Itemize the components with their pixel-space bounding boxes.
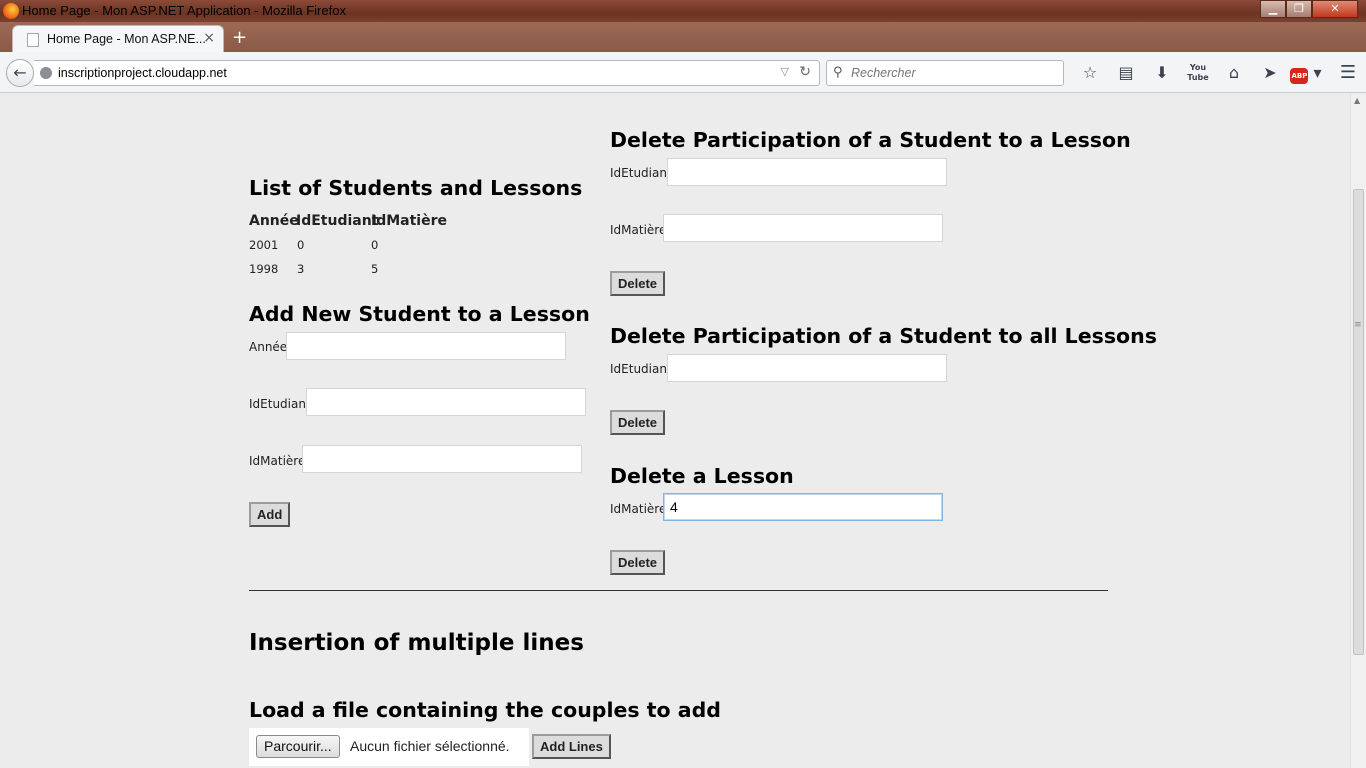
close-window-button[interactable]: ✕: [1312, 0, 1358, 18]
window-titlebar: Home Page - Mon ASP.NET Application - Mo…: [0, 0, 1366, 22]
idmatiere-label: IdMatière: [610, 502, 667, 516]
window-controls: ▁ ❐ ✕: [1260, 0, 1358, 18]
tab-home-page[interactable]: Home Page - Mon ASP.NE... ×: [12, 25, 224, 52]
new-tab-button[interactable]: +: [232, 27, 247, 48]
url-text[interactable]: inscriptionproject.cloudapp.net: [58, 66, 227, 80]
browse-button[interactable]: Parcourir...: [256, 735, 340, 758]
search-input[interactable]: [849, 64, 1059, 82]
tab-strip: Home Page - Mon ASP.NE... × +: [0, 22, 1366, 52]
scrollbar-thumb[interactable]: [1353, 189, 1364, 655]
idetudiant-label: IdEtudiant: [610, 166, 672, 180]
column-header-idetudiant: IdEtudiant: [296, 213, 379, 229]
scroll-up-icon[interactable]: ▲: [1354, 96, 1360, 105]
maximize-button[interactable]: ❐: [1286, 0, 1312, 18]
tab-close-icon[interactable]: ×: [203, 30, 215, 46]
search-icon: ⚲: [833, 65, 843, 80]
file-input[interactable]: Parcourir... Aucun fichier sélectionné.: [249, 728, 529, 766]
section-divider: [249, 590, 1108, 591]
adblock-icon[interactable]: ABP ▾: [1288, 62, 1324, 84]
add-idmatiere-input[interactable]: [302, 445, 582, 473]
annee-label: Année: [249, 340, 288, 354]
home-icon[interactable]: ⌂: [1216, 62, 1252, 84]
idmatiere-label: IdMatière: [610, 223, 667, 237]
add-annee-input[interactable]: [286, 332, 566, 360]
table-cell-annee: 1998: [249, 262, 279, 276]
url-history-dropdown-icon[interactable]: ▽: [781, 65, 789, 78]
idetudiant-label: IdEtudiant: [249, 397, 311, 411]
idmatiere-label: IdMatière: [249, 454, 306, 468]
download-icon[interactable]: ⬇: [1144, 62, 1180, 84]
add-button[interactable]: Add: [249, 502, 291, 527]
vertical-scrollbar[interactable]: ▲ ≡: [1350, 94, 1366, 768]
delete-all-button[interactable]: Delete: [610, 410, 666, 435]
add-idetudiant-input[interactable]: [306, 388, 586, 416]
column-header-idmatiere: IdMatière: [371, 213, 447, 229]
file-status: Aucun fichier sélectionné.: [350, 738, 510, 754]
table-cell-idetudiant: 0: [297, 238, 305, 252]
scrollbar-grip-icon: ≡: [1354, 320, 1362, 330]
youtube-icon[interactable]: You Tube: [1180, 62, 1216, 84]
delete-lesson-idmatiere-input[interactable]: [663, 493, 943, 521]
add-lines-button[interactable]: Add Lines: [532, 734, 611, 759]
table-cell-idmatiere: 0: [371, 238, 379, 252]
add-section-title: Add New Student to a Lesson: [249, 302, 590, 326]
navigation-toolbar: ← inscriptionproject.cloudapp.net ▽ ↻ ⚲ …: [0, 52, 1366, 93]
bookmark-star-icon[interactable]: ☆: [1072, 62, 1108, 84]
minimize-button[interactable]: ▁: [1260, 0, 1286, 18]
delete-participation-title: Delete Participation of a Student to a L…: [610, 128, 1131, 152]
page-content: List of Students and Lessons Année IdEtu…: [0, 94, 1350, 768]
reload-icon[interactable]: ↻: [799, 64, 811, 80]
table-cell-annee: 2001: [249, 238, 279, 252]
search-bar[interactable]: ⚲: [826, 60, 1064, 86]
tab-title: Home Page - Mon ASP.NE...: [47, 32, 206, 46]
delete-participation-idmatiere-input[interactable]: [663, 214, 943, 242]
page-favicon-icon: [27, 33, 39, 47]
url-bar[interactable]: inscriptionproject.cloudapp.net ▽ ↻: [34, 60, 820, 86]
delete-participation-idetudiant-input[interactable]: [667, 158, 947, 186]
delete-participation-button[interactable]: Delete: [610, 271, 666, 296]
firefox-logo-icon: [3, 3, 19, 19]
toolbar-icons: ☆ ▤ ⬇ You Tube ⌂ ➤ ABP ▾ ☰: [1072, 62, 1356, 84]
send-icon[interactable]: ➤: [1252, 62, 1288, 84]
multiple-lines-title: Insertion of multiple lines: [249, 630, 584, 656]
reading-list-icon[interactable]: ▤: [1108, 62, 1144, 84]
list-section-title: List of Students and Lessons: [249, 176, 583, 200]
site-identity-icon[interactable]: [40, 67, 52, 79]
back-button[interactable]: ←: [6, 59, 34, 87]
delete-lesson-button[interactable]: Delete: [610, 550, 666, 575]
menu-icon[interactable]: ☰: [1330, 62, 1366, 84]
load-file-title: Load a file containing the couples to ad…: [249, 698, 721, 722]
delete-all-title: Delete Participation of a Student to all…: [610, 324, 1157, 348]
delete-all-idetudiant-input[interactable]: [667, 354, 947, 382]
window-title: Home Page - Mon ASP.NET Application - Mo…: [22, 3, 346, 18]
delete-lesson-title: Delete a Lesson: [610, 464, 794, 488]
table-cell-idmatiere: 5: [371, 262, 379, 276]
idetudiant-label: IdEtudiant: [610, 362, 672, 376]
column-header-annee: Année: [249, 213, 299, 229]
table-cell-idetudiant: 3: [297, 262, 305, 276]
